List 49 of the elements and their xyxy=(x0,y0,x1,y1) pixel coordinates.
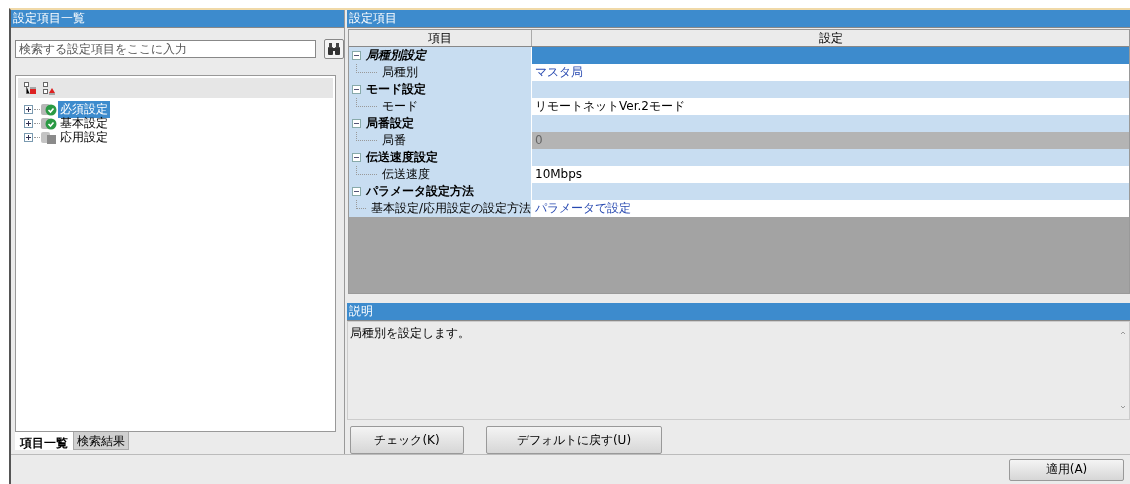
scrollbar[interactable] xyxy=(1119,330,1127,410)
group-label: 局番設定 xyxy=(366,115,414,132)
setting-label: 局種別 xyxy=(382,64,418,81)
setting-value[interactable]: リモートネットVer.2モード xyxy=(532,98,1129,115)
setting-label: モード xyxy=(382,98,418,115)
group-label: モード設定 xyxy=(366,81,426,98)
group-label: 局種別設定 xyxy=(366,47,426,64)
expand-all-icon[interactable] xyxy=(24,81,37,95)
column-header[interactable]: 設定 xyxy=(532,30,1129,46)
search-button[interactable] xyxy=(323,39,344,59)
setting-label: 基本設定/応用設定の設定方法 xyxy=(370,200,531,217)
collapse-icon[interactable] xyxy=(352,85,361,94)
setting-value[interactable]: マスタ局 xyxy=(532,64,1129,81)
expand-icon[interactable] xyxy=(24,104,33,114)
group-row[interactable]: 伝送速度設定 xyxy=(349,149,532,166)
group-row[interactable]: モード設定 xyxy=(349,81,532,98)
panel-title: 説明 xyxy=(347,303,1130,321)
group-label: パラメータ設定方法 xyxy=(366,183,474,200)
group-row[interactable]: 局番設定 xyxy=(349,115,532,132)
setting-value[interactable]: パラメータで設定 xyxy=(532,200,1129,217)
collapse-icon[interactable] xyxy=(352,187,361,196)
collapse-icon[interactable] xyxy=(352,51,361,60)
expand-icon[interactable] xyxy=(24,132,33,142)
tab[interactable]: 検索結果 xyxy=(73,432,129,450)
setting-value[interactable]: 10Mbps xyxy=(532,166,1129,183)
document-icon xyxy=(41,130,57,144)
column-header[interactable]: 項目 xyxy=(349,30,532,46)
description-text: 局種別を設定します。 xyxy=(350,326,470,340)
group-label: 伝送速度設定 xyxy=(366,149,438,166)
action-button[interactable]: デフォルトに戻す(U) xyxy=(486,426,662,454)
collapse-icon[interactable] xyxy=(352,153,361,162)
panel-title: 設定項目一覧 xyxy=(11,10,344,28)
setting-value: 0 xyxy=(532,132,1129,149)
expand-icon[interactable] xyxy=(24,118,33,128)
collapse-icon[interactable] xyxy=(352,119,361,128)
group-row[interactable]: パラメータ設定方法 xyxy=(349,183,532,200)
check-badge-icon xyxy=(41,102,57,116)
binoculars-icon xyxy=(326,43,341,55)
collapse-all-icon[interactable] xyxy=(43,81,56,95)
setting-label: 局番 xyxy=(382,132,406,149)
setting-label: 伝送速度 xyxy=(382,166,430,183)
group-row[interactable]: 局種別設定 xyxy=(349,47,532,64)
tab[interactable]: 項目一覧 xyxy=(15,432,73,450)
panel-title: 設定項目 xyxy=(347,10,1130,28)
check-badge-icon xyxy=(41,116,57,130)
tree-item[interactable]: 必須設定 xyxy=(58,100,110,118)
action-button[interactable]: チェック(K) xyxy=(350,426,464,454)
apply-button[interactable]: 適用(A) xyxy=(1009,458,1124,481)
search-field[interactable]: 検索する設定項目をここに入力 xyxy=(15,40,316,58)
